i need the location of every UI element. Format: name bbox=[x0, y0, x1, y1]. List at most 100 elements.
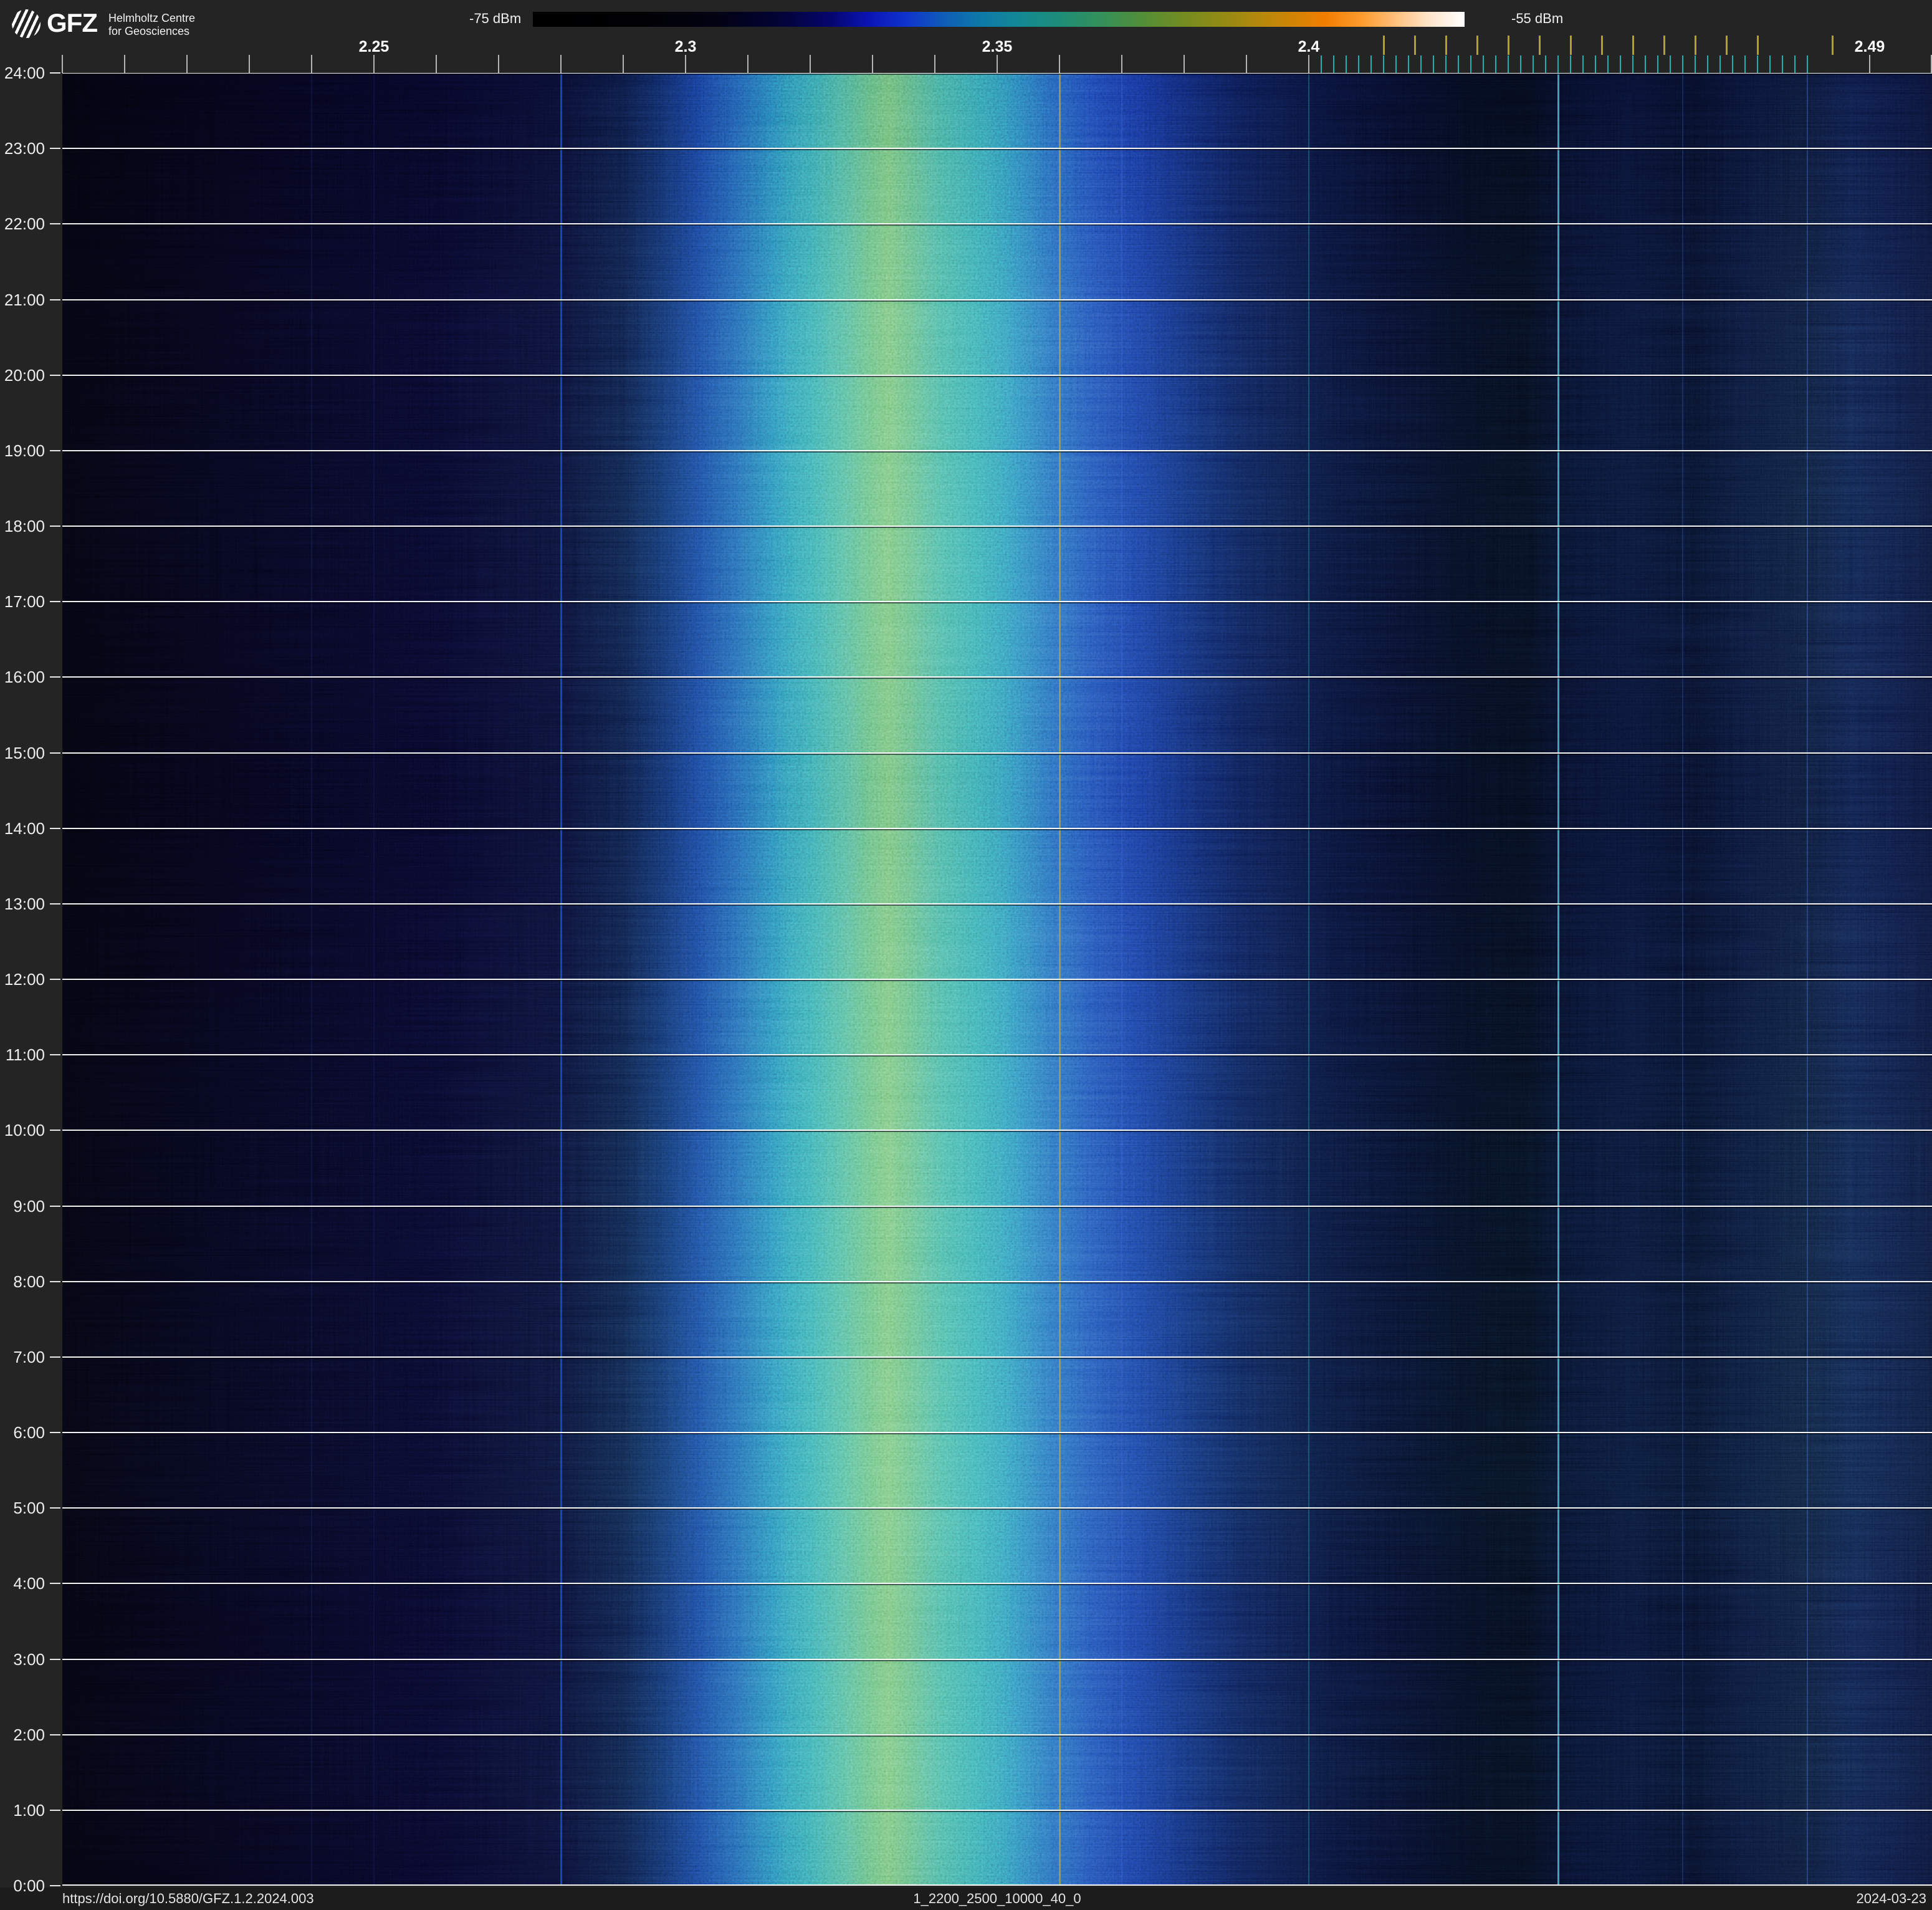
time-axis-label: 1:00 bbox=[13, 1800, 45, 1820]
ble-channel-tick bbox=[1408, 55, 1409, 73]
wifi-channel-tick bbox=[1725, 36, 1728, 55]
hour-gridline bbox=[62, 752, 1932, 755]
freq-minor-tick bbox=[747, 55, 748, 73]
wifi-channel-tick bbox=[1756, 36, 1759, 55]
ble-channel-tick bbox=[1782, 55, 1783, 73]
colorbar-max-label: -55 dBm bbox=[1511, 11, 1564, 26]
spectrogram-plot bbox=[62, 73, 1932, 1886]
freq-minor-tick bbox=[186, 55, 188, 73]
ble-channel-tick bbox=[1358, 55, 1359, 73]
time-tick-dash bbox=[50, 1130, 60, 1131]
time-axis-label: 17:00 bbox=[4, 592, 45, 612]
wifi-channel-tick bbox=[1476, 36, 1478, 55]
time-axis-label: 4:00 bbox=[13, 1574, 45, 1593]
wifi-channel-tick bbox=[1569, 36, 1572, 55]
freq-axis-label: 2.3 bbox=[674, 38, 697, 55]
ble-channel-tick bbox=[1321, 55, 1322, 73]
time-tick-dash bbox=[50, 1885, 60, 1886]
hour-gridline bbox=[62, 1809, 1932, 1812]
colorbar-gradient bbox=[533, 12, 1465, 27]
ble-channel-tick bbox=[1520, 55, 1521, 73]
time-tick-dash bbox=[50, 827, 60, 829]
wifi-channel-tick bbox=[1632, 36, 1634, 55]
ble-channel-tick bbox=[1333, 55, 1334, 73]
freq-minor-tick bbox=[934, 55, 935, 73]
hour-gridline bbox=[62, 374, 1932, 377]
hour-gridline bbox=[62, 1356, 1932, 1359]
spectrogram-page: GFZ Helmholtz Centre for Geosciences -75… bbox=[0, 0, 1932, 1910]
ble-channel-tick bbox=[1595, 55, 1596, 73]
time-axis-label: 15:00 bbox=[4, 743, 45, 762]
hour-gridline bbox=[62, 1734, 1932, 1737]
hour-gridline bbox=[62, 1054, 1932, 1057]
freq-minor-tick bbox=[1059, 55, 1060, 73]
freq-minor-tick bbox=[1869, 55, 1870, 73]
hour-gridline bbox=[62, 449, 1932, 453]
gfz-org-line1: Helmholtz Centre bbox=[108, 12, 196, 24]
time-tick-dash bbox=[50, 1809, 60, 1811]
time-tick-dash bbox=[50, 374, 60, 376]
time-axis-label: 12:00 bbox=[4, 970, 45, 989]
time-tick-dash bbox=[50, 676, 60, 678]
ble-channel-tick bbox=[1570, 55, 1571, 73]
time-axis-label: 23:00 bbox=[4, 139, 45, 158]
time-tick-dash bbox=[50, 601, 60, 603]
hour-gridline bbox=[62, 1507, 1932, 1510]
gfz-org-name: Helmholtz Centre for Geosciences bbox=[108, 12, 195, 38]
time-axis-label: 9:00 bbox=[13, 1196, 45, 1216]
freq-minor-tick bbox=[872, 55, 873, 73]
wifi-channel-tick bbox=[1538, 36, 1541, 55]
hour-gridline bbox=[62, 827, 1932, 830]
time-axis-label: 8:00 bbox=[13, 1272, 45, 1291]
time-tick-dash bbox=[50, 1280, 60, 1282]
ble-channel-tick bbox=[1557, 55, 1559, 73]
hour-gridline bbox=[62, 979, 1932, 981]
freq-minor-tick bbox=[249, 55, 250, 73]
hour-gridline bbox=[62, 903, 1932, 906]
ble-channel-tick bbox=[1346, 55, 1347, 73]
time-axis-label: 3:00 bbox=[13, 1649, 45, 1669]
gfz-org-line2: for Geosciences bbox=[108, 25, 190, 37]
ble-channel-tick bbox=[1420, 55, 1422, 73]
ble-channel-tick bbox=[1458, 55, 1459, 73]
freq-minor-tick bbox=[685, 55, 686, 73]
hour-gridline bbox=[62, 1658, 1932, 1661]
time-axis-label: 2:00 bbox=[13, 1725, 45, 1744]
ble-channel-tick bbox=[1370, 55, 1372, 73]
time-tick-dash bbox=[50, 223, 60, 225]
ble-channel-tick bbox=[1632, 55, 1633, 73]
freq-minor-tick bbox=[373, 55, 375, 73]
ble-channel-tick bbox=[1657, 55, 1658, 73]
hour-gridline bbox=[62, 299, 1932, 302]
ble-channel-tick bbox=[1807, 55, 1808, 73]
dataset-id: 1_2200_2500_10000_40_0 bbox=[913, 1891, 1081, 1906]
ble-channel-tick bbox=[1695, 55, 1696, 73]
time-axis-label: 21:00 bbox=[4, 290, 45, 309]
ble-channel-tick bbox=[1607, 55, 1609, 73]
hour-gridline bbox=[62, 525, 1932, 528]
freq-minor-tick bbox=[311, 55, 312, 73]
ble-channel-tick bbox=[1670, 55, 1671, 73]
time-tick-dash bbox=[50, 903, 60, 905]
ble-channel-tick bbox=[1645, 55, 1646, 73]
ble-channel-tick bbox=[1533, 55, 1534, 73]
ble-channel-tick bbox=[1495, 55, 1496, 73]
freq-minor-tick bbox=[1184, 55, 1185, 73]
time-axis-label: 18:00 bbox=[4, 517, 45, 535]
wifi-channel-tick bbox=[1694, 36, 1696, 55]
ble-channel-tick bbox=[1707, 55, 1708, 73]
ble-channel-tick bbox=[1769, 55, 1771, 73]
freq-minor-tick bbox=[1308, 55, 1309, 73]
wifi-channel-tick bbox=[1507, 36, 1509, 55]
time-tick-dash bbox=[50, 1583, 60, 1585]
footer-bar: https://doi.org/10.5880/GFZ.1.2.2024.003… bbox=[0, 1888, 1932, 1910]
time-axis-label: 16:00 bbox=[4, 668, 45, 687]
time-tick-dash bbox=[50, 1432, 60, 1433]
ble-channel-tick bbox=[1757, 55, 1758, 73]
time-tick-dash bbox=[50, 979, 60, 980]
time-axis-label: 14:00 bbox=[4, 818, 45, 838]
wifi-channel-tick bbox=[1600, 36, 1603, 55]
wifi-channel-tick bbox=[1445, 36, 1447, 55]
hour-gridline bbox=[62, 148, 1932, 151]
freq-minor-tick bbox=[124, 55, 125, 73]
